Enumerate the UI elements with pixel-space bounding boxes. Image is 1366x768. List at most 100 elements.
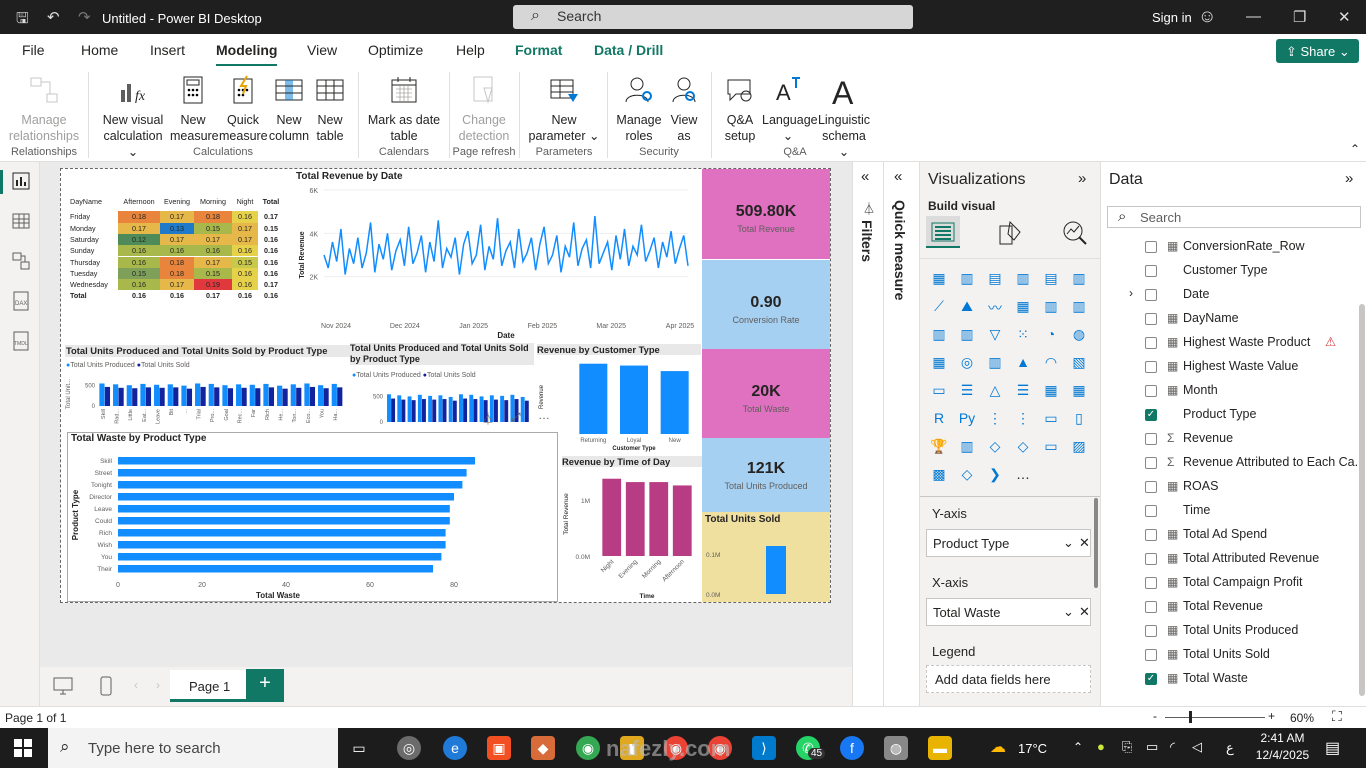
tab-view[interactable]: View xyxy=(307,42,337,58)
expand-icon[interactable]: › xyxy=(1129,286,1133,300)
tab-page-1[interactable]: Page 1 xyxy=(170,670,246,702)
kpi-card[interactable]: 509.80K Total Revenue xyxy=(702,169,830,259)
next-page-icon[interactable]: › xyxy=(156,678,160,692)
analytics-icon[interactable] xyxy=(1062,220,1088,246)
viz-clustered-column-icon[interactable]: ▥ xyxy=(1012,270,1034,292)
viz-waterfall-icon[interactable]: ▥ xyxy=(1040,298,1062,320)
change-detection-button[interactable]: Change detection xyxy=(455,74,513,144)
field-checkbox[interactable] xyxy=(1145,625,1157,637)
redo-icon[interactable]: ↷ xyxy=(78,8,91,26)
viz-scatter-col-icon[interactable]: ▥ xyxy=(956,326,978,348)
zoom-slider[interactable] xyxy=(1165,717,1265,718)
field-checkbox[interactable] xyxy=(1145,385,1157,397)
view-as-button[interactable]: View as xyxy=(666,74,702,144)
field-checkbox[interactable] xyxy=(1145,553,1157,565)
viz-scatter-icon[interactable]: ⁙ xyxy=(1012,326,1034,348)
vscode-icon[interactable]: ⟩ xyxy=(752,736,776,760)
viz-funnel-icon[interactable]: ▽ xyxy=(984,326,1006,348)
new-column-button[interactable]: New column xyxy=(268,74,310,144)
format-visual-icon[interactable] xyxy=(998,220,1022,246)
dax-query-view-icon[interactable]: DAX xyxy=(10,290,32,312)
viz-text-slicer-icon[interactable]: ▭ xyxy=(1040,438,1062,460)
close-icon[interactable]: ✕ xyxy=(1338,8,1351,26)
units-sold-chart[interactable]: 0.1M 0.0M xyxy=(702,526,830,602)
matrix-visual[interactable]: DayName Afternoon Evening Morning Night Total… xyxy=(70,196,286,308)
filters-pane[interactable]: « ⏃ Filters xyxy=(852,162,883,706)
field-checkbox[interactable] xyxy=(1145,577,1157,589)
prev-page-icon[interactable]: ‹ xyxy=(134,678,138,692)
time-of-day-chart[interactable]: Night Evening MorningAfternoon 1M 0.0M Time To… xyxy=(562,468,702,601)
minimize-icon[interactable]: — xyxy=(1246,8,1261,25)
viz-treemap-icon[interactable]: ▦ xyxy=(928,354,950,376)
kpi-card[interactable]: 121K Total Units Produced xyxy=(702,438,830,512)
viz-stacked-area-icon[interactable]: 〰 xyxy=(984,298,1006,320)
filter-icon[interactable]: ⏃ xyxy=(482,410,494,427)
viz-r-visual-icon[interactable]: R xyxy=(928,410,950,432)
chrome-icon[interactable]: ◉ xyxy=(576,736,600,760)
viz-matrix-icon[interactable]: ▦ xyxy=(1040,382,1062,404)
tray-app-icon[interactable]: ● xyxy=(1097,739,1105,754)
viz-diamond-icon[interactable]: ◇ xyxy=(956,466,978,488)
viz-qa-icon[interactable]: ▭ xyxy=(1040,410,1062,432)
tab-modeling[interactable]: Modeling xyxy=(216,42,278,67)
viz-decomp-tree-icon[interactable]: ⋮ xyxy=(1012,410,1034,432)
data-pane-scrollbar[interactable] xyxy=(1359,304,1365,696)
viz-map-icon[interactable]: ◎ xyxy=(956,354,978,376)
viz-power-apps-icon[interactable]: ◇ xyxy=(984,438,1006,460)
line-chart[interactable]: 6K 4K 2K Nov 2024 Dec 2024 Jan 2025 Feb 2025 Ma… xyxy=(296,182,696,342)
notifications-icon[interactable]: ▤ xyxy=(1325,738,1340,758)
viz-arrow-icon[interactable]: ❯ xyxy=(984,466,1006,488)
desktop-layout-icon[interactable] xyxy=(52,676,74,696)
field-checkbox[interactable] xyxy=(1145,241,1157,253)
data-search-input[interactable]: ⌕ Search xyxy=(1107,206,1361,228)
app-icon[interactable]: ◎ xyxy=(397,736,421,760)
mark-as-date-table-button[interactable]: Mark as date table xyxy=(364,74,444,144)
windows-start-icon[interactable] xyxy=(14,739,32,757)
tab-help[interactable]: Help xyxy=(456,42,485,58)
table-view-icon[interactable] xyxy=(10,210,32,232)
manage-relationships-button[interactable]: Manage relationships xyxy=(8,74,80,144)
tab-optimize[interactable]: Optimize xyxy=(368,42,423,58)
field-checkbox[interactable] xyxy=(1145,265,1157,277)
viz-pie-icon[interactable]: ◔ xyxy=(1040,326,1062,348)
viz-python-visual-icon[interactable]: Py xyxy=(956,410,978,432)
facebook-icon[interactable]: f xyxy=(840,736,864,760)
office-icon[interactable]: ◆ xyxy=(531,736,555,760)
manage-roles-button[interactable]: Manage roles xyxy=(614,74,664,144)
field-checkbox[interactable] xyxy=(1145,361,1157,373)
viz-line-icon[interactable]: ⟋ xyxy=(928,298,950,320)
zoom-out-icon[interactable]: - xyxy=(1153,709,1157,723)
field-checkbox[interactable] xyxy=(1145,433,1157,445)
field-checkbox[interactable]: ✓ xyxy=(1145,409,1157,421)
build-visual-tab[interactable] xyxy=(926,216,960,248)
chevron-down-icon[interactable]: ⌄ xyxy=(1063,604,1074,620)
viz-shape-icon[interactable]: ▩ xyxy=(928,466,950,488)
viz-multi-card-icon[interactable]: ▭ xyxy=(928,382,950,404)
viz-100-bar-icon[interactable]: ▤ xyxy=(1040,270,1062,292)
viz-line-stacked-icon[interactable]: ▥ xyxy=(928,326,950,348)
tab-data-drill[interactable]: Data / Drill xyxy=(594,42,663,58)
field-checkbox[interactable] xyxy=(1145,481,1157,493)
field-checkbox[interactable] xyxy=(1145,337,1157,349)
viz-key-influencers-icon[interactable]: ⋮ xyxy=(984,410,1006,432)
viz-kpi-icon[interactable]: ☰ xyxy=(956,382,978,404)
focus-mode-icon[interactable]: ⤢ xyxy=(511,410,521,425)
clock-date[interactable]: 12/4/2025 xyxy=(1255,748,1310,762)
qa-setup-button[interactable]: Q&A setup xyxy=(717,74,763,144)
quick-measure-button[interactable]: Quick measure xyxy=(219,74,268,144)
global-search[interactable]: ⌕ Search xyxy=(513,5,913,29)
tmdl-view-icon[interactable]: TMDL xyxy=(10,330,32,352)
tab-insert[interactable]: Insert xyxy=(150,42,185,58)
viz-area-icon[interactable]: ⛰ xyxy=(956,298,978,320)
customer-type-chart[interactable]: Returning Loyal New Customer Type Revenue xyxy=(537,356,701,454)
viz-slicer-icon[interactable]: △ xyxy=(984,382,1006,404)
tab-home[interactable]: Home xyxy=(81,42,118,58)
viz-line-column-icon[interactable]: ▥ xyxy=(1068,298,1090,320)
fit-to-page-icon[interactable]: ⛶ xyxy=(1332,708,1342,725)
edge-icon[interactable]: e xyxy=(443,736,467,760)
add-page-button[interactable]: + xyxy=(246,669,284,702)
legend-drop-zone[interactable]: Add data fields here xyxy=(926,665,1091,693)
kpi-card[interactable]: 0.90 Conversion Rate xyxy=(702,260,830,350)
tab-file[interactable]: File xyxy=(22,42,45,58)
waste-chart[interactable]: Skill Street Tonight Director Leave Could Rich… xyxy=(68,445,556,601)
